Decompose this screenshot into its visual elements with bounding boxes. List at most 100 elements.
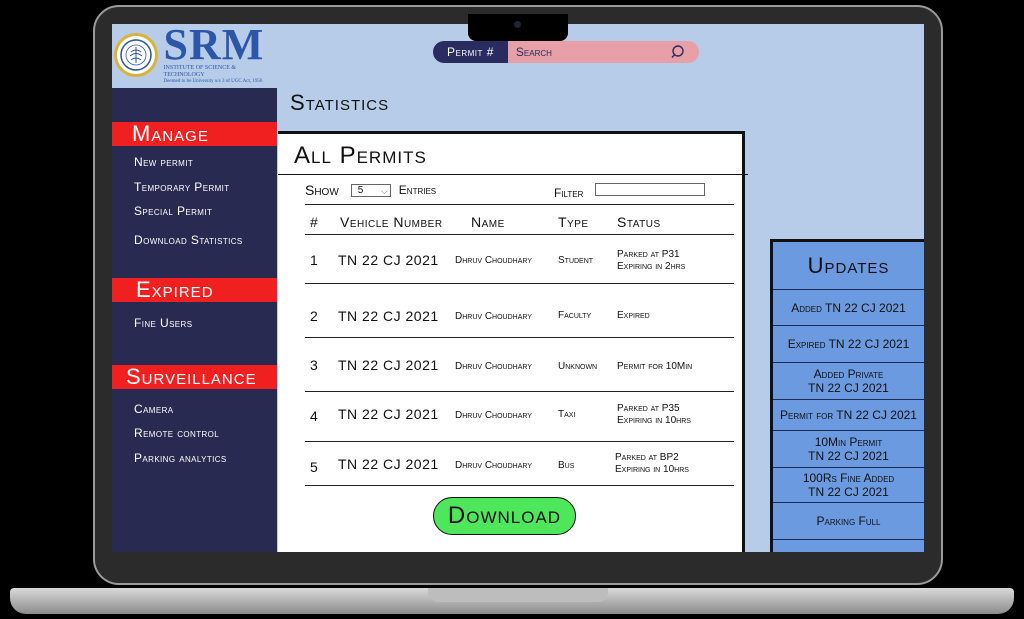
permit-number-label[interactable]: Permit #: [433, 41, 508, 63]
sidebar: Manage New permit Temporary Permit Speci…: [112, 88, 277, 552]
filter-input[interactable]: [595, 183, 705, 196]
sidebar-item-new-permit[interactable]: New permit: [134, 155, 193, 169]
status-line: Expiring in 10hrs: [617, 415, 691, 426]
permit-type: Bus: [558, 460, 575, 471]
permit-status: Parked at BP2 Expiring in 10hrs: [615, 452, 689, 476]
camera-notch: [468, 14, 568, 41]
row-number: 2: [310, 308, 318, 324]
download-button[interactable]: Download: [433, 497, 576, 535]
app-screen: SRM INSTITUTE OF SCIENCE & TECHNOLOGY De…: [112, 24, 924, 552]
divider: [278, 174, 748, 175]
column-header-vehicle-number[interactable]: Vehicle Number: [340, 214, 443, 230]
update-item[interactable]: Permit for TN 22 CJ 2021: [773, 399, 924, 430]
show-entries-control: Show 5 ⌵ Entries: [305, 182, 436, 198]
chevron-down-icon[interactable]: ⌵: [381, 186, 388, 197]
logo-subtitle: INSTITUTE OF SCIENCE & TECHNOLOGY: [163, 65, 237, 78]
search-box[interactable]: [507, 41, 699, 63]
seal-icon: [114, 33, 158, 77]
row-number: 1: [310, 252, 318, 268]
entries-label: Entries: [398, 183, 437, 197]
update-text: Expired TN 22 CJ 2021: [787, 337, 910, 351]
section-surveillance: Surveillance: [112, 364, 277, 389]
update-text: TN 22 CJ 2021: [808, 381, 889, 395]
logo-wordmark: SRM: [163, 24, 265, 69]
permit-status: Permit for 10Min: [617, 361, 692, 373]
permit-search-bar: Permit #: [433, 41, 699, 63]
update-text: Parking Full: [816, 514, 881, 528]
vehicle-number: TN 22 CJ 2021: [338, 357, 439, 373]
status-line: Expired: [617, 310, 650, 321]
update-text: Added Private: [813, 367, 884, 381]
divider: [305, 485, 734, 486]
row-number: 4: [310, 408, 318, 424]
permit-status: Expired: [617, 310, 650, 322]
updates-title: Updates: [807, 252, 890, 278]
row-number: 5: [310, 459, 318, 475]
section-manage: Manage: [112, 121, 277, 146]
status-line: Parked at BP2: [615, 452, 679, 463]
sidebar-item-camera[interactable]: Camera: [134, 402, 174, 416]
show-label: Show: [305, 182, 339, 198]
logo-tagline: Deemed to be University u/s 3 of UGC Act…: [163, 79, 263, 84]
laptop-lid-notch: [428, 588, 608, 602]
update-item[interactable]: Added TN 22 CJ 2021: [773, 289, 924, 325]
update-text: 100Rs Fine Added: [802, 471, 895, 485]
sidebar-item-remote-control[interactable]: Remote control: [134, 426, 219, 440]
update-item[interactable]: Parking Full: [773, 502, 924, 540]
divider: [305, 337, 734, 338]
owner-name: Dhruv Choudhary: [455, 255, 532, 266]
owner-name: Dhruv Choudhary: [455, 311, 532, 322]
entries-select-value: 5: [357, 184, 364, 196]
divider: [305, 283, 734, 284]
permits-panel: All Permits Show 5 ⌵ Entries Filter # Ve…: [278, 131, 748, 552]
sidebar-item-special-permit[interactable]: Special Permit: [134, 204, 212, 218]
divider: [305, 391, 734, 392]
camera-icon: [514, 21, 521, 28]
update-text: TN 22 CJ 2021: [808, 485, 889, 499]
vehicle-number: TN 22 CJ 2021: [338, 406, 439, 422]
panel-title: All Permits: [294, 142, 427, 169]
update-text: Added TN 22 CJ 2021: [791, 300, 906, 315]
divider: [305, 234, 734, 235]
owner-name: Dhruv Choudhary: [455, 410, 532, 421]
divider: [305, 204, 734, 205]
update-item[interactable]: 100Rs Fine Added TN 22 CJ 2021: [773, 467, 924, 502]
update-text: TN 22 CJ 2021: [808, 449, 889, 463]
vehicle-number: TN 22 CJ 2021: [338, 252, 439, 268]
status-line: Expiring in 10hrs: [615, 464, 689, 475]
search-input[interactable]: [513, 44, 658, 60]
status-line: Parked at P31: [617, 249, 680, 260]
sidebar-item-temporary-permit[interactable]: Temporary Permit: [134, 180, 230, 194]
update-item[interactable]: 10Min Permit TN 22 CJ 2021: [773, 430, 924, 467]
column-header-name[interactable]: Name: [471, 214, 505, 230]
update-item[interactable]: Expired TN 22 CJ 2021: [773, 325, 924, 362]
status-line: Expiring in 2hrs: [617, 261, 686, 272]
update-text: 10Min Permit: [814, 435, 883, 449]
permit-status: Parked at P31 Expiring in 2hrs: [617, 249, 685, 273]
sidebar-item-parking-analytics[interactable]: Parking analytics: [134, 451, 227, 465]
status-line: Permit for 10Min: [617, 361, 693, 372]
column-header-type[interactable]: Type: [558, 214, 589, 230]
update-text: Permit for TN 22 CJ 2021: [780, 408, 917, 422]
permit-type: Faculty: [558, 310, 592, 321]
row-number: 3: [310, 357, 318, 373]
updates-panel: Updates Added TN 22 CJ 2021 Expired TN 2…: [770, 239, 924, 552]
srm-logo: SRM INSTITUTE OF SCIENCE & TECHNOLOGY De…: [112, 24, 277, 86]
sidebar-item-fine-users[interactable]: Fine Users: [134, 316, 192, 330]
divider: [305, 441, 734, 442]
permit-type: Taxi: [558, 409, 576, 420]
filter-label: Filter: [554, 186, 584, 200]
status-line: Parked at P35: [617, 403, 680, 414]
permit-status: Parked at P35 Expiring in 10hrs: [617, 403, 691, 427]
vehicle-number: TN 22 CJ 2021: [338, 308, 439, 324]
vehicle-number: TN 22 CJ 2021: [338, 456, 439, 472]
update-item[interactable]: Added Private TN 22 CJ 2021: [773, 362, 924, 399]
sidebar-item-download-statistics[interactable]: Download Statistics: [134, 233, 243, 247]
permit-type: Unknown: [558, 361, 598, 372]
owner-name: Dhruv Choudhary: [455, 361, 532, 372]
section-expired: Expired: [112, 277, 277, 302]
column-header-number[interactable]: #: [310, 214, 318, 230]
entries-select[interactable]: 5 ⌵: [350, 183, 391, 197]
column-header-status[interactable]: Status: [617, 214, 661, 230]
search-icon[interactable]: [671, 44, 687, 60]
